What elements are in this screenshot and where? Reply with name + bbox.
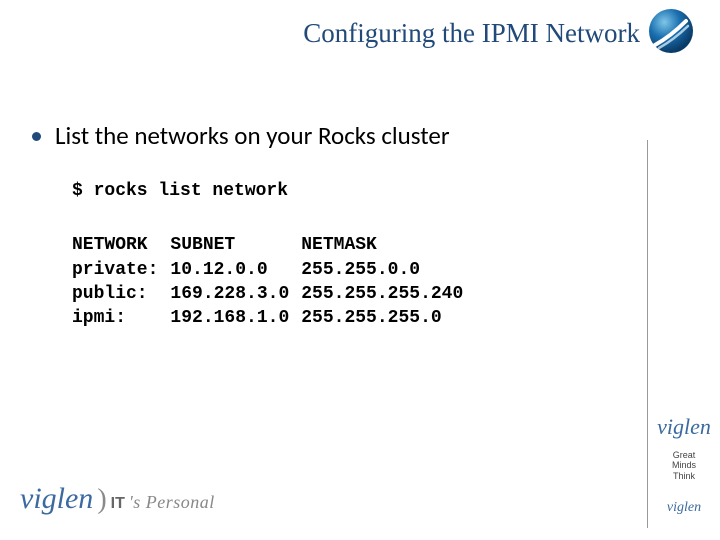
table-row: public: 169.228.3.0 255.255.255.240 [72,282,475,306]
table-row: private: 10.12.0.0 255.255.0.0 [72,258,475,282]
command-line: $ rocks list network [72,179,620,203]
col-subnet: SUBNET [170,233,301,257]
brand-logo-right: viglen [657,414,711,440]
bullet-text: List the networks on your Rocks cluster [55,120,450,151]
bullet-dot-icon [32,132,41,141]
footer-brand: viglen ) IT 's Personal [20,482,215,516]
brand-slogan: 's Personal [129,492,215,513]
footer: viglen ) IT 's Personal [0,460,720,540]
col-netmask: NETMASK [301,233,475,257]
logo-globe-icon [646,6,696,56]
output-table: NETWORK SUBNET NETMASK private: 10.12.0.… [72,233,620,330]
brand-separator-icon: ) [97,484,106,516]
brand-it-label: IT [111,495,125,513]
page-title: Configuring the IPMI Network [0,18,640,49]
bullet-item: List the networks on your Rocks cluster [32,120,620,151]
brand-logo-footer: viglen [20,482,93,516]
col-network: NETWORK [72,233,170,257]
slide: Configuring the IPMI Network List the ne… [0,0,720,540]
table-header-row: NETWORK SUBNET NETMASK [72,233,475,257]
table-row: ipmi: 192.168.1.0 255.255.255.0 [72,306,475,330]
content-area: List the networks on your Rocks cluster … [32,120,620,330]
